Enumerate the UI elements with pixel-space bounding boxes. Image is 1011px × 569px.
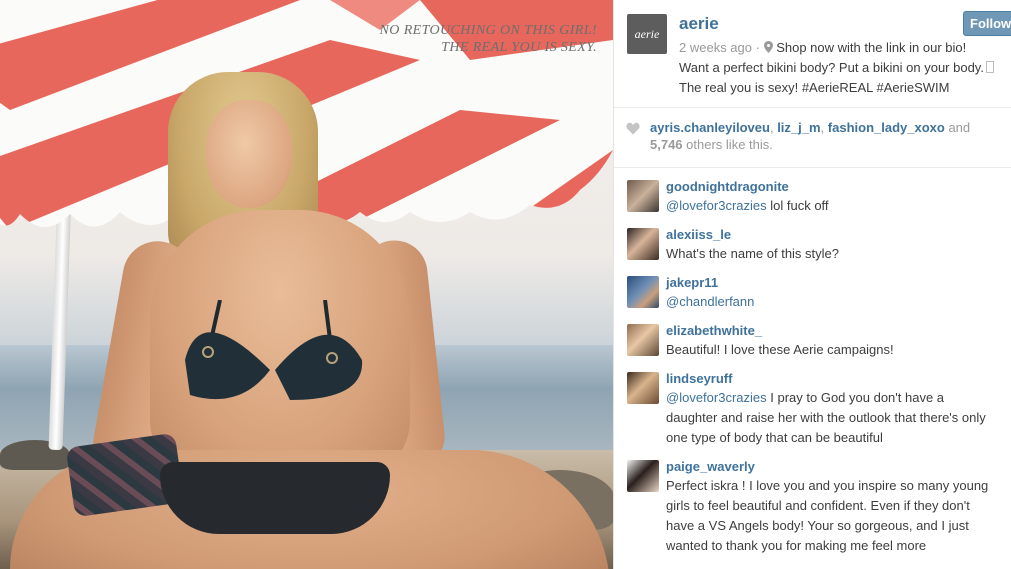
comment-username[interactable]: jakepr11 [666, 274, 1011, 292]
comment-item: paige_waverly Perfect iskra ! I love you… [614, 458, 1011, 556]
comment-text: Perfect iskra ! I love you and you inspi… [666, 476, 991, 556]
post-timestamp[interactable]: 2 weeks ago [679, 40, 752, 55]
post-caption-line1: Want a perfect bikini body? Put a bikini… [679, 60, 984, 75]
comment-body: What's the name of this style? [666, 246, 840, 261]
photo-caption-line2: The real you is sexy. [441, 40, 597, 55]
comment-username[interactable]: paige_waverly [666, 458, 1011, 476]
model-face [206, 100, 292, 208]
post-side-panel: aerie aerie Follow 2 weeks ago · Shop no… [613, 0, 1011, 569]
liker-link[interactable]: ayris.chanleyiloveu [650, 120, 770, 135]
comment-item: jakepr11 @chandlerfann [614, 274, 1011, 312]
post-photo[interactable]: No retouching on this girl! The real you… [0, 0, 613, 569]
post-header: aerie aerie Follow 2 weeks ago · Shop no… [614, 0, 1011, 108]
comment-item: goodnightdragonite @lovefor3crazies lol … [614, 178, 1011, 216]
avatar-logo-text: aerie [634, 26, 660, 41]
bikini-top [185, 300, 363, 400]
account-username[interactable]: aerie [679, 14, 719, 34]
comment-text: What's the name of this style? [666, 244, 991, 264]
comment-text: Beautiful! I love these Aerie campaigns! [666, 340, 991, 360]
liker-link[interactable]: fashion_lady_xoxo [828, 120, 945, 135]
likes-section: ayris.chanleyiloveu, liz_j_m, fashion_la… [614, 108, 1011, 168]
comment-item: lindseyruff @lovefor3crazies I pray to G… [614, 370, 1011, 448]
likes-and: and [948, 120, 971, 135]
commenter-avatar[interactable] [627, 180, 659, 212]
likes-others: others like this. [686, 137, 773, 152]
post-caption-block: 2 weeks ago · Shop now with the link in … [679, 38, 1009, 98]
comment-text: @lovefor3crazies lol fuck off [666, 196, 991, 216]
photo-caption: No retouching on this girl! The real you… [380, 22, 597, 56]
comment-item: alexiiss_le What's the name of this styl… [614, 226, 1011, 264]
comment-mention[interactable]: @chandlerfann [666, 294, 754, 309]
comment-username[interactable]: alexiiss_le [666, 226, 1011, 244]
post-location[interactable]: Shop now with the link in our bio! [776, 40, 966, 55]
meta-separator: · [755, 40, 764, 55]
comment-text: @lovefor3crazies I pray to God you don't… [666, 388, 991, 448]
commenter-avatar[interactable] [627, 324, 659, 356]
comment-username[interactable]: goodnightdragonite [666, 178, 1011, 196]
comment-item: elizabethwhite_ Beautiful! I love these … [614, 322, 1011, 360]
comment-username[interactable]: elizabethwhite_ [666, 322, 1011, 340]
comments-list: goodnightdragonite @lovefor3crazies lol … [614, 168, 1011, 556]
comment-mention[interactable]: @lovefor3crazies [666, 198, 767, 213]
likes-text: ayris.chanleyiloveu, liz_j_m, fashion_la… [650, 120, 971, 152]
location-pin-icon [763, 40, 773, 55]
commenter-avatar[interactable] [627, 372, 659, 404]
comment-body: Beautiful! I love these Aerie campaigns! [666, 342, 894, 357]
commenter-avatar[interactable] [627, 460, 659, 492]
post-caption-line2: The real you is sexy! #AerieREAL #AerieS… [679, 80, 950, 95]
comment-body: lol fuck off [770, 198, 829, 213]
photo-caption-line1: No retouching on this girl! [379, 23, 597, 38]
bikini-bottom [160, 462, 390, 534]
liker-link[interactable]: liz_j_m [777, 120, 820, 135]
comment-text: @chandlerfann [666, 292, 991, 312]
heart-icon[interactable] [626, 122, 640, 135]
follow-button[interactable]: Follow [963, 11, 1011, 36]
comment-mention[interactable]: @lovefor3crazies [666, 390, 767, 405]
commenter-avatar[interactable] [627, 228, 659, 260]
likes-count[interactable]: 5,746 [650, 137, 683, 152]
comment-username[interactable]: lindseyruff [666, 370, 1011, 388]
comment-body: Perfect iskra ! I love you and you inspi… [666, 478, 989, 553]
commenter-avatar[interactable] [627, 276, 659, 308]
text-cursor-icon [985, 61, 994, 73]
account-avatar[interactable]: aerie [627, 14, 667, 54]
